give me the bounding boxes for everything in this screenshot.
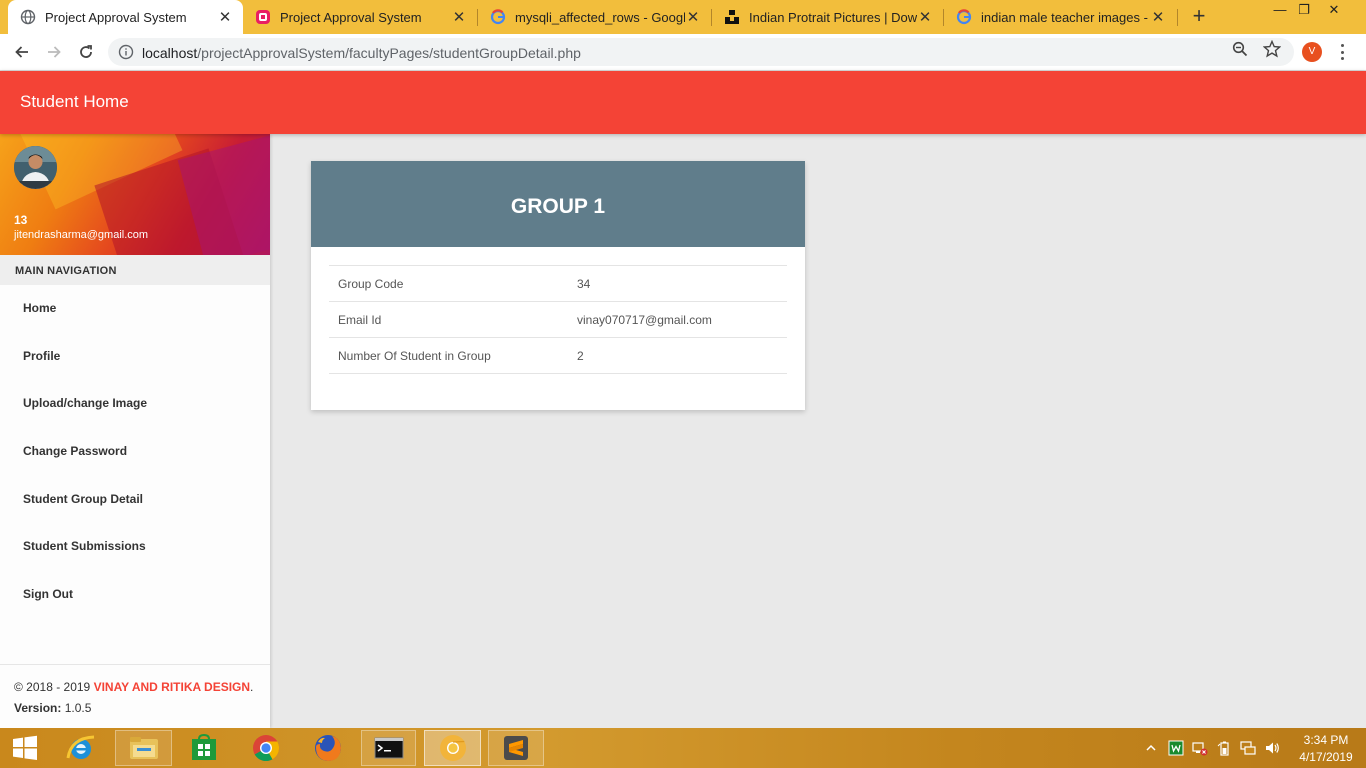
group-card: GROUP 1 Group Code 34 Email Id vinay0707… — [311, 161, 805, 410]
url-path: /projectApprovalSystem/facultyPages/stud… — [197, 45, 581, 61]
close-window-button[interactable]: ✕ — [1317, 0, 1351, 22]
browser-tab[interactable]: mysqli_affected_rows - Google S ✕ — [478, 0, 711, 34]
google-icon — [956, 9, 972, 25]
app-title[interactable]: Student Home — [20, 92, 129, 112]
sidebar-item-upload-image[interactable]: Upload/change Image — [0, 383, 270, 423]
app-logo-icon — [255, 9, 271, 25]
row-value: 34 — [568, 265, 787, 302]
close-icon[interactable]: ✕ — [917, 9, 933, 26]
sidebar-item-change-password[interactable]: Change Password — [0, 431, 270, 471]
version-label: Version: — [14, 701, 62, 715]
tab-title: Indian Protrait Pictures | Downlo — [749, 9, 917, 25]
globe-icon — [20, 9, 36, 25]
unsplash-icon — [724, 9, 740, 25]
sidebar-item-home[interactable]: Home — [0, 288, 270, 328]
clock-date[interactable]: 4/17/2019 — [1296, 750, 1356, 764]
url-host: localhost — [142, 45, 198, 61]
tab-title: indian male teacher images - Go — [981, 9, 1150, 25]
tab-title: mysqli_affected_rows - Google S — [515, 9, 685, 25]
battery-icon[interactable] — [1216, 740, 1232, 756]
copyright: © 2018 - 2019 VINAY AND RITIKA DESIGN. — [14, 680, 253, 694]
brand-link[interactable]: VINAY AND RITIKA DESIGN — [94, 680, 250, 694]
row-label: Number Of Student in Group — [329, 337, 568, 374]
profile-avatar[interactable]: V — [1302, 42, 1322, 62]
new-tab-button[interactable]: + — [1188, 5, 1210, 27]
browser-tab[interactable]: Project Approval System ✕ — [8, 0, 243, 34]
store-icon[interactable] — [178, 728, 230, 768]
sublime-text-icon[interactable] — [488, 730, 544, 766]
forward-button[interactable] — [42, 40, 66, 64]
row-value: vinay070717@gmail.com — [568, 301, 787, 338]
url-text: localhost/projectApprovalSystem/facultyP… — [142, 45, 581, 61]
table-row: Email Id vinay070717@gmail.com — [329, 301, 787, 338]
sidebar-item-student-group-detail[interactable]: Student Group Detail — [0, 479, 270, 519]
file-explorer-icon[interactable] — [115, 730, 172, 766]
user-info-panel: 13 jitendrasharma@gmail.com — [0, 134, 270, 255]
table-row: Group Code 34 — [329, 265, 787, 302]
card-title: GROUP 1 — [510, 195, 606, 218]
sidebar-item-sign-out[interactable]: Sign Out — [0, 574, 270, 614]
windows-logo-icon — [13, 735, 37, 760]
address-bar[interactable]: localhost/projectApprovalSystem/facultyP… — [108, 38, 1294, 66]
close-icon[interactable]: ✕ — [451, 9, 467, 26]
tab-divider — [1177, 9, 1178, 26]
browser-menu-button[interactable] — [1334, 42, 1350, 62]
row-label: Group Code — [329, 265, 568, 302]
sidebar-item-student-submissions[interactable]: Student Submissions — [0, 526, 270, 566]
volume-icon[interactable] — [1264, 740, 1280, 756]
star-icon[interactable] — [1263, 40, 1281, 58]
restore-button[interactable]: ❐ — [1287, 0, 1321, 22]
start-button[interactable] — [0, 728, 50, 768]
user-email: jitendrasharma@gmail.com — [14, 229, 149, 241]
browser-toolbar: localhost/projectApprovalSystem/facultyP… — [0, 34, 1366, 71]
version-value: 1.0.5 — [61, 701, 92, 715]
reload-button[interactable] — [74, 40, 98, 64]
no-internet-icon[interactable] — [1192, 740, 1208, 756]
app-tray-icon[interactable] — [1168, 740, 1184, 756]
zoom-icon[interactable] — [1231, 40, 1249, 58]
chrome-icon[interactable] — [240, 728, 292, 768]
internet-explorer-icon[interactable] — [56, 728, 106, 768]
table-row: Number Of Student in Group 2 — [329, 337, 787, 374]
firefox-icon[interactable] — [302, 728, 354, 768]
browser-tab[interactable]: Indian Protrait Pictures | Downlo ✕ — [712, 0, 943, 34]
tab-title: Project Approval System — [45, 9, 187, 25]
close-icon[interactable]: ✕ — [1150, 9, 1166, 26]
user-name: 13 — [14, 213, 28, 227]
browser-tab[interactable]: Project Approval System ✕ — [243, 0, 477, 34]
browser-tab[interactable]: indian male teacher images - Go ✕ — [944, 0, 1176, 34]
command-prompt-icon[interactable] — [361, 730, 416, 766]
row-label: Email Id — [329, 301, 568, 338]
sidebar-item-profile[interactable]: Profile — [0, 336, 270, 376]
copyright-prefix: © 2018 - 2019 — [14, 680, 94, 694]
reload-icon — [80, 45, 92, 58]
sidebar: 13 jitendrasharma@gmail.com MAIN NAVIGAT… — [0, 134, 270, 728]
tab-title: Project Approval System — [280, 9, 422, 25]
avatar — [14, 146, 57, 189]
nav-header: MAIN NAVIGATION — [0, 255, 270, 285]
network-icon[interactable] — [1240, 740, 1256, 756]
row-value: 2 — [568, 337, 787, 374]
copyright-suffix: . — [250, 680, 254, 694]
clock-time[interactable]: 3:34 PM — [1296, 733, 1356, 747]
google-icon — [490, 9, 506, 25]
browser-tab-strip: Project Approval System ✕ Project Approv… — [0, 0, 1366, 34]
version: Version: 1.0.5 — [14, 701, 91, 715]
chrome-canary-icon[interactable] — [424, 730, 481, 766]
close-icon[interactable]: ✕ — [217, 9, 233, 26]
card-header: GROUP 1 — [311, 161, 805, 247]
info-icon[interactable] — [118, 44, 134, 60]
app-header: Student Home — [0, 71, 1366, 134]
arrow-right-icon — [48, 46, 61, 58]
sidebar-footer: © 2018 - 2019 VINAY AND RITIKA DESIGN. V… — [0, 664, 270, 728]
taskbar: 3:34 PM 4/17/2019 — [0, 728, 1366, 768]
group-info-table: Group Code 34 Email Id vinay070717@gmail… — [329, 265, 787, 374]
close-icon[interactable]: ✕ — [685, 9, 701, 26]
chevron-up-icon[interactable] — [1143, 740, 1159, 756]
back-button[interactable] — [10, 40, 34, 64]
arrow-left-icon — [15, 46, 28, 58]
